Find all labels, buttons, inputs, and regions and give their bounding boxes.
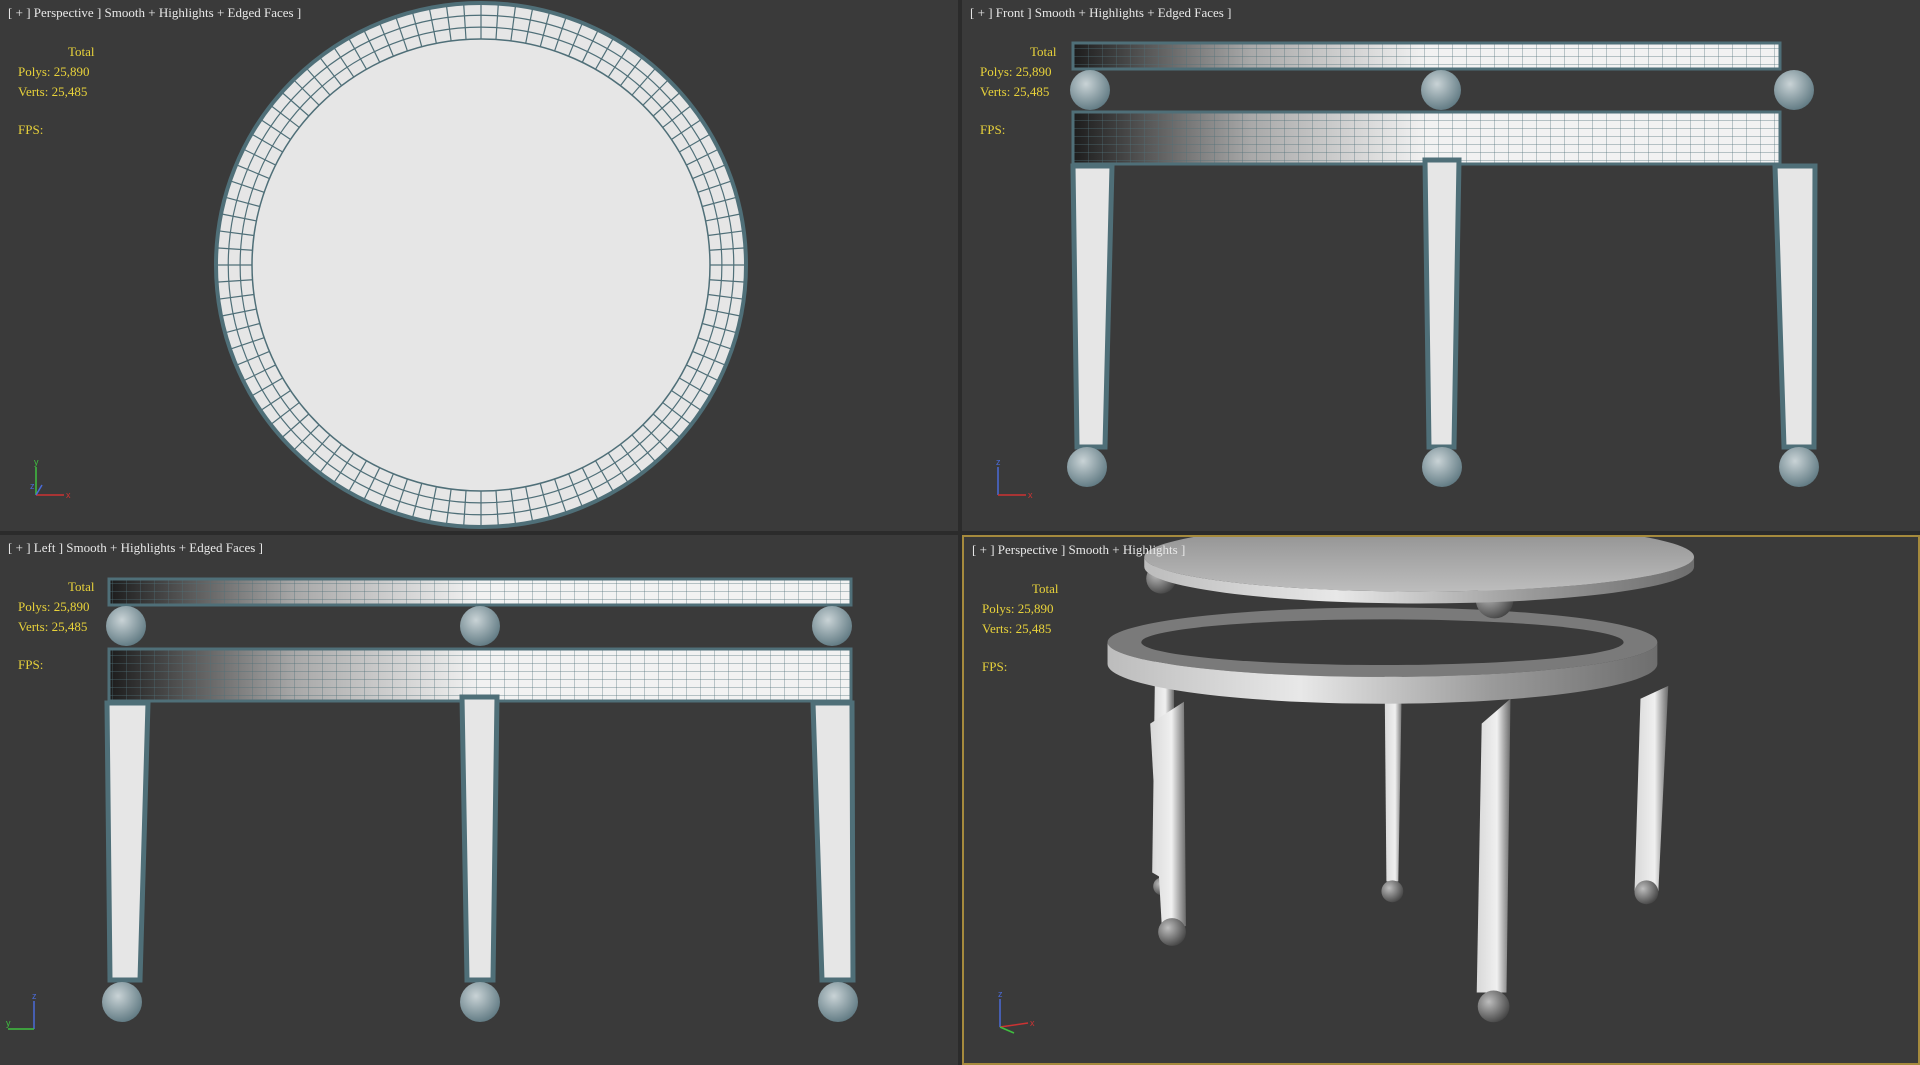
table-front-model — [1067, 41, 1819, 487]
viewport-label: [ + ] Front ] Smooth + Highlights + Edge… — [970, 5, 1232, 20]
stats-total: Total — [1030, 44, 1057, 59]
stats-fps: FPS: — [18, 657, 44, 672]
viewport-plus-menu[interactable]: + — [978, 5, 985, 20]
axis-gizmo-icon: z y — [6, 991, 37, 1030]
stats-verts: Verts: 25,485 — [982, 621, 1052, 636]
stats-polys: Polys: 25,890 — [980, 64, 1052, 79]
svg-text:y: y — [6, 1018, 11, 1028]
viewport-shading-menu[interactable]: Smooth + Highlights + Edged Faces — [105, 5, 294, 20]
viewport-front[interactable]: [ + ] Front ] Smooth + Highlights + Edge… — [962, 0, 1920, 531]
viewport-shading-menu[interactable]: Smooth + Highlights + Edged Faces — [66, 540, 255, 555]
leg-left — [1070, 163, 1115, 450]
viewport-perspective-shaded[interactable]: [ + ] Perspective ] Smooth + Highlights … — [962, 535, 1920, 1065]
foot-ball-left — [102, 982, 142, 1022]
viewport-view-menu[interactable]: Perspective — [34, 5, 94, 20]
stats-overlay: Total Polys: 25,890 Verts: 25,485 FPS: — [982, 579, 1059, 677]
table-perspective-shaded — [1107, 537, 1695, 1023]
svg-text:x: x — [66, 490, 71, 500]
leg-right — [810, 700, 856, 983]
stats-overlay: Total Polys: 25,890 Verts: 25,485 FPS: — [18, 577, 95, 675]
foot-back-right — [1381, 880, 1404, 903]
axis-gizmo-icon: z x — [998, 989, 1035, 1034]
viewport-plus-menu[interactable]: + — [16, 5, 23, 20]
viewport-view-menu[interactable]: Left — [34, 540, 56, 555]
stats-total: Total — [68, 579, 95, 594]
stats-polys: Polys: 25,890 — [982, 601, 1054, 616]
viewport-shading-menu[interactable]: Smooth + Highlights + Edged Faces — [1035, 5, 1224, 20]
foot-ball-center — [460, 982, 500, 1022]
foot-front-center — [1477, 990, 1510, 1023]
stats-polys: Polys: 25,890 — [18, 64, 90, 79]
table-left-view — [102, 577, 858, 1022]
svg-text:y: y — [34, 457, 39, 467]
upper-ball-right — [1774, 70, 1814, 110]
leg-front-right — [1634, 685, 1669, 892]
upper-ball-left — [1070, 70, 1110, 110]
viewport-label: [ + ] Perspective ] Smooth + Highlights … — [8, 5, 302, 20]
stats-verts: Verts: 25,485 — [18, 84, 88, 99]
apron-wire — [1073, 112, 1780, 164]
leg-right — [1772, 163, 1818, 450]
leg-front-center — [1476, 698, 1511, 993]
table-top-view — [214, 1, 748, 529]
viewport-plus-menu[interactable]: + — [980, 542, 987, 557]
svg-text:z: z — [998, 989, 1003, 999]
svg-text:z: z — [996, 457, 1001, 467]
foot-ball-right — [1779, 447, 1819, 487]
viewport-shading-menu[interactable]: Smooth + Highlights — [1069, 542, 1178, 557]
svg-text:z: z — [30, 481, 35, 491]
svg-text:z: z — [32, 991, 37, 1001]
stats-total: Total — [68, 44, 95, 59]
viewport-view-menu[interactable]: Perspective — [998, 542, 1058, 557]
upper-ball-right — [812, 606, 852, 646]
stats-polys: Polys: 25,890 — [18, 599, 90, 614]
stats-fps: FPS: — [980, 122, 1006, 137]
viewport-label: [ + ] Perspective ] Smooth + Highlights … — [972, 542, 1186, 557]
apron-wire — [109, 649, 851, 701]
stats-fps: FPS: — [18, 122, 44, 137]
viewport-view-menu[interactable]: Front — [996, 5, 1024, 20]
upper-ball-left — [106, 606, 146, 646]
foot-ball-right — [818, 982, 858, 1022]
leg-center — [1422, 157, 1462, 450]
stats-fps: FPS: — [982, 659, 1008, 674]
table-front-view — [1067, 41, 1819, 487]
leg-front-left — [1150, 701, 1186, 932]
svg-text:x: x — [1030, 1018, 1035, 1028]
viewport-left[interactable]: [ + ] Left ] Smooth + Highlights + Edged… — [0, 535, 958, 1065]
viewport-plus-menu[interactable]: + — [16, 540, 23, 555]
viewport-perspective-top[interactable]: [ + ] Perspective ] Smooth + Highlights … — [0, 0, 958, 531]
tabletop-wire — [109, 579, 851, 605]
svg-text:x: x — [1028, 490, 1033, 500]
upper-ball-center — [1421, 70, 1461, 110]
foot-front-left — [1158, 918, 1186, 946]
upper-ball-center — [460, 606, 500, 646]
stats-overlay: Total Polys: 25,890 Verts: 25,485 FPS: — [18, 42, 95, 140]
foot-ball-center — [1422, 447, 1462, 487]
viewport-label: [ + ] Left ] Smooth + Highlights + Edged… — [8, 540, 263, 555]
axis-gizmo-icon: y x z — [30, 457, 71, 500]
table-left-model — [102, 577, 858, 1022]
stats-overlay: Total Polys: 25,890 Verts: 25,485 FPS: — [980, 42, 1057, 140]
axis-gizmo-icon: z x — [996, 457, 1033, 500]
leg-left — [104, 700, 151, 983]
stats-total: Total — [1032, 581, 1059, 596]
stats-verts: Verts: 25,485 — [980, 84, 1050, 99]
foot-front-right — [1634, 880, 1659, 905]
foot-ball-left — [1067, 447, 1107, 487]
stats-verts: Verts: 25,485 — [18, 619, 88, 634]
leg-center — [459, 694, 500, 983]
tabletop-wire — [1073, 43, 1780, 69]
apron-ring-hole — [1141, 619, 1624, 666]
tabletop-inner-disc — [251, 38, 711, 492]
